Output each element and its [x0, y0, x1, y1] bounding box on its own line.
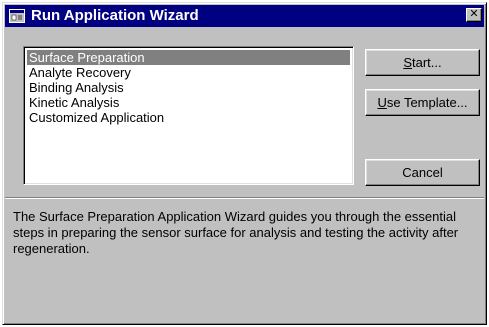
cancel-button-label: Cancel	[402, 165, 443, 180]
section-divider	[5, 197, 484, 199]
list-item-binding-analysis[interactable]: Binding Analysis	[27, 80, 350, 95]
window-title: Run Application Wizard	[31, 7, 199, 24]
cancel-button[interactable]: Cancel	[365, 159, 480, 186]
use-template-button-mnemonic: U	[377, 95, 387, 110]
application-description: The Surface Preparation Application Wiza…	[13, 209, 459, 256]
title-bar[interactable]: Run Application Wizard ✕	[5, 5, 484, 27]
start-button-mnemonic: S	[403, 55, 413, 70]
start-button[interactable]: Start...	[365, 49, 480, 76]
window-app-icon[interactable]	[9, 8, 25, 24]
application-list[interactable]: Surface Preparation Analyte Recovery Bin…	[23, 46, 354, 185]
close-icon: ✕	[469, 8, 479, 20]
dialog-window: Run Application Wizard ✕ Surface Prepara…	[2, 2, 487, 325]
close-button[interactable]: ✕	[466, 8, 482, 22]
list-item-analyte-recovery[interactable]: Analyte Recovery	[27, 65, 350, 80]
use-template-button[interactable]: Use Template...	[365, 89, 480, 116]
list-item-kinetic-analysis[interactable]: Kinetic Analysis	[27, 95, 350, 110]
list-item-customized-application[interactable]: Customized Application	[27, 110, 350, 125]
use-template-button-label: se Template...	[386, 95, 468, 110]
list-item-surface-preparation[interactable]: Surface Preparation	[27, 50, 350, 65]
start-button-label: tart...	[412, 55, 442, 70]
